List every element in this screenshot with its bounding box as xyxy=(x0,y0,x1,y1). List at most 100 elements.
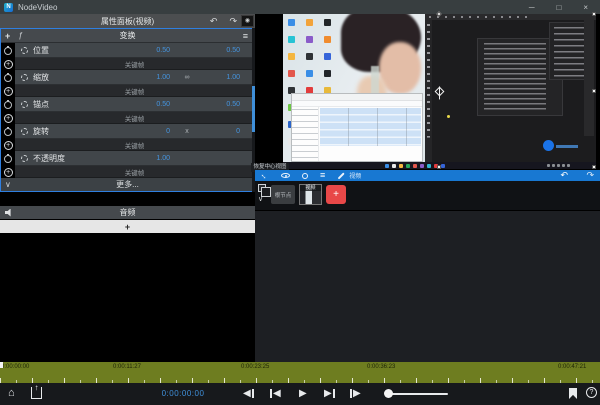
transport-bar: ⌂ ↑ 0:00:00:00 ◀ ◀ ▶ ▶ ▶ ? xyxy=(0,383,600,405)
property-row-rotation: 旋转 0 x 0 xyxy=(1,124,254,139)
pan-icon[interactable]: ↔ xyxy=(258,170,269,181)
reverse-icon: ◀ xyxy=(273,387,281,400)
gear-icon[interactable] xyxy=(21,47,28,54)
speed-slider-track[interactable] xyxy=(388,393,448,395)
property-label: 锚点 xyxy=(33,99,116,110)
ruler-timecode: 0:00:36:23 xyxy=(367,364,395,370)
properties-panel: 属性面板(视频) ↶ ↷ ◉ + ƒ 变换 ≡ 位置 0.50 xyxy=(0,14,255,405)
add-keyframe-icon[interactable]: + xyxy=(4,87,13,96)
keyframe-label[interactable]: 关键帧 xyxy=(125,140,145,150)
chevron-down-icon[interactable]: ∨ xyxy=(258,195,263,203)
property-row-anchor: 锚点 0.50 0.50 xyxy=(1,97,254,112)
video-preview[interactable]: 恢复中心视图 xyxy=(255,14,600,170)
speed-slider-knob[interactable] xyxy=(384,389,393,398)
gear-icon[interactable] xyxy=(21,128,28,135)
clip-label: 视频 xyxy=(300,185,321,191)
redo-button[interactable]: ↷ xyxy=(229,16,237,27)
video-blue-text xyxy=(556,145,578,148)
stopwatch-icon[interactable] xyxy=(4,128,12,136)
export-button[interactable]: ↑ xyxy=(31,387,42,399)
keyframe-label[interactable]: 关键帧 xyxy=(125,86,145,96)
value-y-field[interactable]: 1.00 xyxy=(204,74,240,81)
close-button[interactable]: × xyxy=(583,3,588,12)
stopwatch-icon[interactable] xyxy=(4,47,12,55)
value-x-field[interactable]: 0.50 xyxy=(116,101,170,108)
home-button[interactable]: ⌂ xyxy=(8,387,15,400)
handle-right-middle[interactable] xyxy=(592,89,596,93)
menu-icon[interactable]: ≡ xyxy=(243,31,248,41)
timeline-ruler[interactable]: 0:00:00:00 0:00:11:27 0:00:23:25 0:00:36… xyxy=(0,362,600,383)
video-blue-logo xyxy=(543,140,554,151)
transform-section-header[interactable]: + ƒ 变换 ≡ xyxy=(1,29,254,43)
stopwatch-icon[interactable] xyxy=(4,101,12,109)
add-keyframe-icon[interactable]: + xyxy=(4,114,13,123)
link-icon[interactable]: ∞ xyxy=(170,74,204,81)
undo-button[interactable]: ↶ xyxy=(210,16,218,27)
gear-icon[interactable] xyxy=(21,155,28,162)
value-separator: x xyxy=(170,128,204,135)
maximize-button[interactable]: □ xyxy=(556,3,561,12)
timeline-tracks-area[interactable] xyxy=(255,210,600,362)
root-node-button[interactable]: 根节点 xyxy=(271,185,295,204)
keyframe-label[interactable]: 关键帧 xyxy=(125,167,145,177)
eye-icon[interactable] xyxy=(281,173,290,178)
help-button[interactable]: ? xyxy=(586,387,597,398)
value-y-field[interactable]: 0.50 xyxy=(204,47,240,54)
current-timecode: 0:00:00:00 xyxy=(145,389,221,398)
keyframe-label[interactable]: 关键帧 xyxy=(125,113,145,123)
property-label: 位置 xyxy=(33,45,116,56)
value-field[interactable]: 1.00 xyxy=(116,155,170,162)
mask-circle-icon[interactable] xyxy=(302,173,308,179)
pen-icon[interactable] xyxy=(338,172,345,179)
transform-section: + ƒ 变换 ≡ 位置 0.50 0.50 + 关键帧 xyxy=(0,28,255,192)
play-button[interactable]: ▶ xyxy=(299,387,307,400)
jump-end-button[interactable]: ▶ xyxy=(324,387,335,400)
preview-toolbar: ↔ ≡ 视频 ↶ ↷ xyxy=(255,170,600,181)
fx-icon[interactable]: ƒ xyxy=(18,31,22,40)
ruler-timecode: 0:00:23:25 xyxy=(241,364,269,370)
property-row-position: 位置 0.50 0.50 xyxy=(1,43,254,58)
handle-top-right[interactable] xyxy=(592,12,596,16)
pen-tool-label: 视频 xyxy=(349,171,361,180)
value-y-field[interactable]: 0.50 xyxy=(204,101,240,108)
minimize-button[interactable]: ─ xyxy=(529,3,535,12)
layers-icon[interactable] xyxy=(258,184,266,192)
prev-frame-button[interactable]: ◀ xyxy=(243,387,254,400)
add-keyframe-icon[interactable]: + xyxy=(4,141,13,150)
add-node-button[interactable]: + xyxy=(326,185,346,204)
more-label: 更多... xyxy=(1,179,254,190)
add-effect-button[interactable]: + xyxy=(0,220,255,233)
property-label: 缩放 xyxy=(33,72,116,83)
up-arrow-icon: ↑ xyxy=(35,383,39,392)
more-row[interactable]: ∨ 更多... xyxy=(1,178,254,191)
handle-bottom-center[interactable] xyxy=(437,165,441,169)
stopwatch-icon[interactable] xyxy=(4,74,12,82)
jump-start-button[interactable]: ◀ xyxy=(270,387,281,400)
playhead[interactable] xyxy=(0,362,3,368)
property-label: 不透明度 xyxy=(33,153,116,164)
add-keyframe-icon[interactable]: + xyxy=(4,60,13,69)
handle-bottom-right[interactable] xyxy=(592,165,596,169)
property-row-opacity: 不透明度 1.00 xyxy=(1,151,254,166)
snapshot-button[interactable]: ◉ xyxy=(241,15,254,27)
next-frame-button[interactable]: ▶ xyxy=(350,387,361,400)
move-icon[interactable]: + xyxy=(5,31,10,41)
undo-button[interactable]: ↶ xyxy=(560,170,568,181)
ruler-timecode: 0:00:11:27 xyxy=(113,364,141,370)
video-clip-thumbnail[interactable]: 视频 xyxy=(299,184,322,205)
value-x-field[interactable]: 1.00 xyxy=(116,74,170,81)
gear-icon[interactable] xyxy=(21,101,28,108)
value-x-field[interactable]: 0.50 xyxy=(116,47,170,54)
bookmark-icon[interactable] xyxy=(569,388,577,399)
value-y-field[interactable]: 0 xyxy=(204,128,240,135)
node-strip: ∨ 根节点 视频 + xyxy=(255,181,600,210)
value-x-field[interactable]: 0 xyxy=(116,128,170,135)
stopwatch-icon[interactable] xyxy=(4,155,12,163)
keyframe-label[interactable]: 关键帧 xyxy=(125,59,145,69)
add-keyframe-icon[interactable]: + xyxy=(4,168,13,177)
menu-icon[interactable]: ≡ xyxy=(320,171,325,180)
audio-section-header[interactable]: 音频 xyxy=(0,206,255,219)
redo-button[interactable]: ↷ xyxy=(586,170,594,181)
gear-icon[interactable] xyxy=(21,74,28,81)
anchor-point-dot[interactable] xyxy=(447,115,450,118)
